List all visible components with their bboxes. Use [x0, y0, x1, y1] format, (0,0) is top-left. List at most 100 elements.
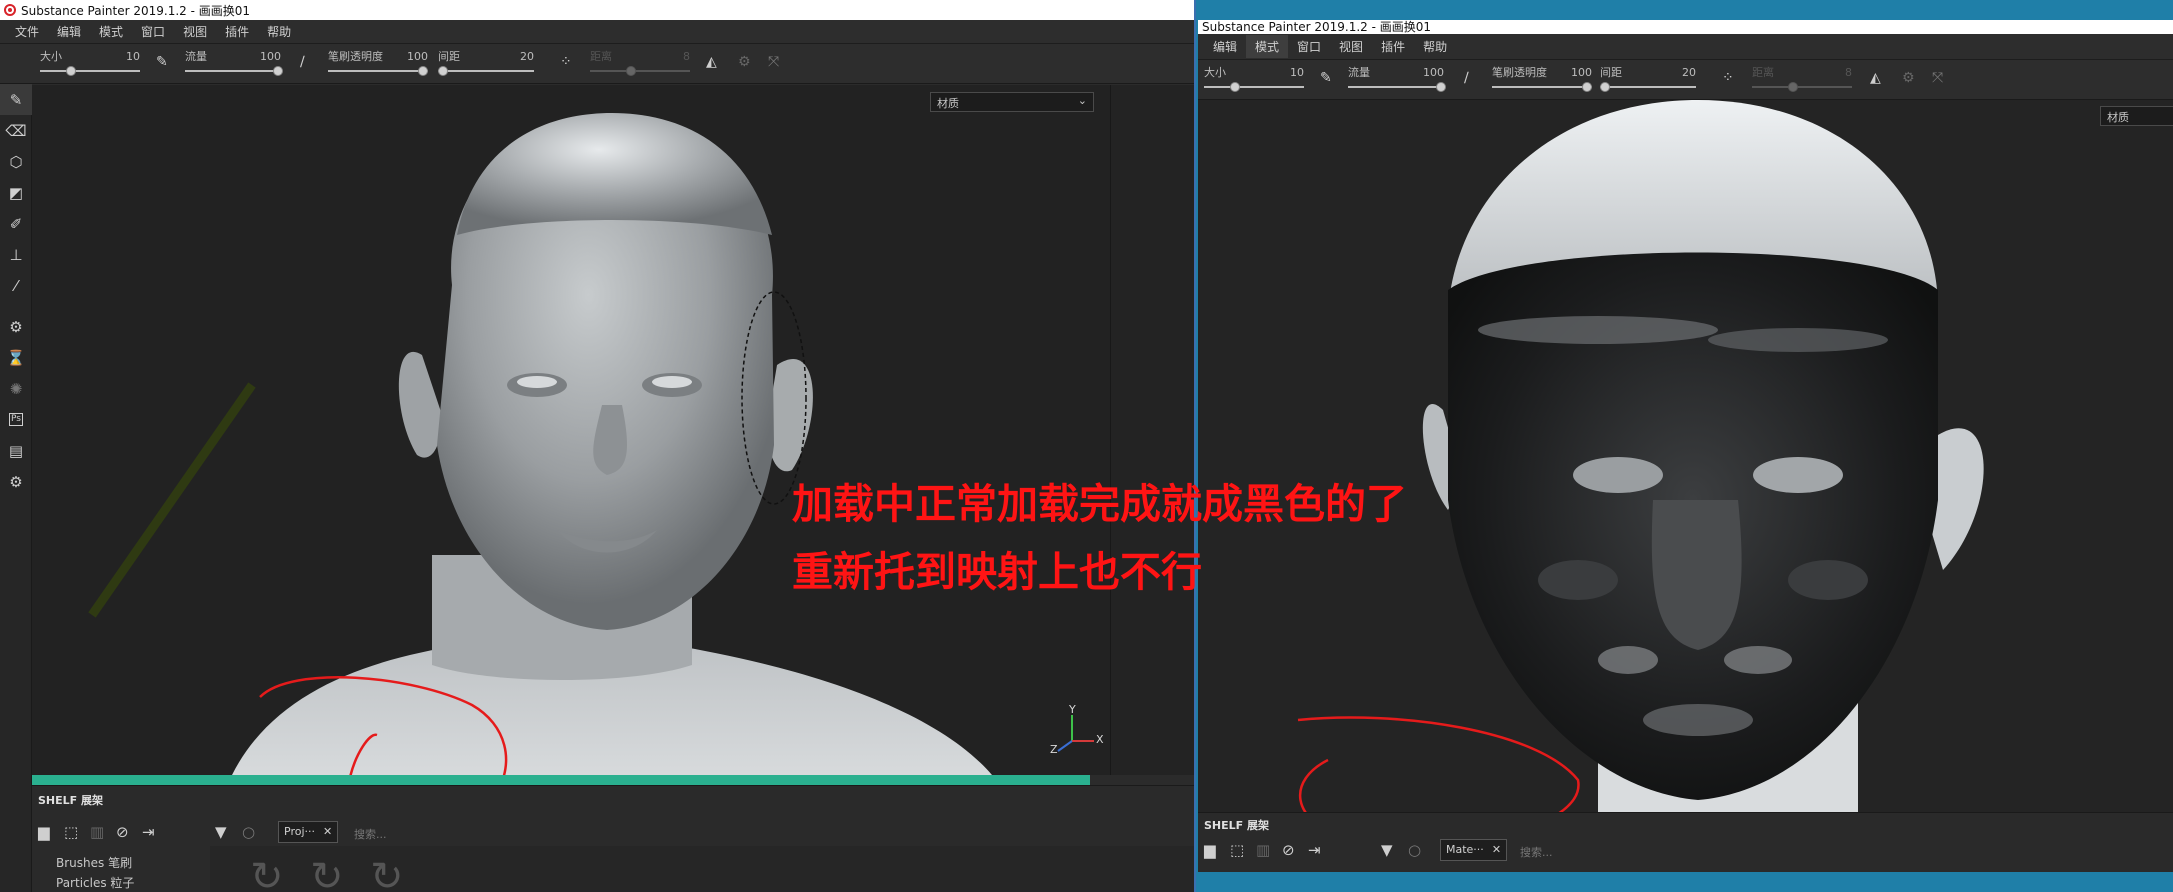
pen-pressure-icon[interactable]: ∕	[1464, 70, 1469, 86]
shelf-search-input[interactable]: 搜索...	[1520, 844, 1553, 860]
shelf-filter-tab[interactable]: Proj··· ✕	[278, 821, 339, 843]
shelf-title: SHELF 展架	[38, 794, 103, 807]
brush-icon[interactable]: ✎	[0, 84, 32, 115]
photoshop-export-icon[interactable]: Ps	[0, 404, 32, 435]
shelf-category-list: Brushes 笔刷 Particles 粒子	[56, 853, 134, 892]
symmetry-icon[interactable]: ◭	[1870, 70, 1881, 86]
eraser-icon[interactable]: ⌫	[0, 115, 32, 146]
flow-slider[interactable]: 流量 100	[1348, 64, 1446, 96]
shelf-thumbnails: ↻ ↻ ↻	[210, 846, 1194, 892]
new-resource-icon[interactable]: ⬚	[64, 823, 78, 841]
menu-edit[interactable]: 编辑	[48, 20, 90, 43]
menu-bar: 编辑 模式 窗口 视图 插件 帮助	[1198, 34, 2173, 60]
bake-settings-icon[interactable]: ⚙	[0, 311, 32, 342]
iray-icon[interactable]: ✺	[0, 373, 32, 404]
right-app-window: Substance Painter 2019.1.2 - 画画换01 编辑 模式…	[1198, 20, 2173, 872]
spacing-slider[interactable]: 间距 20	[438, 48, 534, 80]
pen-pressure-icon[interactable]: ∕	[300, 54, 305, 70]
import-icon[interactable]: ⇥	[142, 823, 155, 841]
axis-z-label: Z	[1050, 743, 1058, 756]
window-title: Substance Painter 2019.1.2 - 画画换01	[21, 3, 251, 18]
shelf-item-brushes[interactable]: Brushes 笔刷	[56, 853, 134, 873]
shelf-panel: SHELF 展架 ▆ ⬚ ▥ ⊘ ⇥ ▼ ○ Mate··· ✕ 搜索...	[1198, 812, 2173, 872]
loading-thumbnail-icon: ↻	[310, 854, 344, 892]
2d-viewport-strip[interactable]	[1110, 85, 1194, 775]
symmetry-settings-icon[interactable]: ⚙	[1902, 70, 1915, 86]
polygon-fill-icon[interactable]: ◩	[0, 177, 32, 208]
shelf-item-particles[interactable]: Particles 粒子	[56, 873, 134, 892]
axis-x-label: X	[1096, 733, 1104, 746]
size-slider[interactable]: 大小 10	[40, 48, 140, 80]
hourglass-icon[interactable]: ⌛	[0, 342, 32, 373]
projection-icon[interactable]: ⬡	[0, 146, 32, 177]
document-icon[interactable]: ▤	[0, 435, 32, 466]
symmetry-settings-icon[interactable]: ⚙	[738, 54, 751, 70]
tool-sidebar: ✎ ⌫ ⬡ ◩ ✐ ⊥ ⁄ ⚙ ⌛ ✺ Ps ▤ ⚙	[0, 84, 32, 892]
window-title: Substance Painter 2019.1.2 - 画画换01	[1202, 20, 1432, 34]
menu-edit[interactable]: 编辑	[1204, 35, 1246, 58]
menu-help[interactable]: 帮助	[1414, 35, 1456, 58]
hide-icon[interactable]: ⊘	[1282, 841, 1295, 859]
filter-icon[interactable]: ▼	[215, 823, 227, 841]
menu-window[interactable]: 窗口	[132, 20, 174, 43]
brush-stroke-icon[interactable]: ✎	[156, 54, 168, 70]
refresh-icon[interactable]: ○	[242, 823, 255, 841]
left-app-window: Substance Painter 2019.1.2 - 画画换01 文件 编辑…	[0, 0, 1196, 892]
menu-help[interactable]: 帮助	[258, 20, 300, 43]
loading-thumbnail-icon: ↻	[250, 854, 284, 892]
save-icon[interactable]: ▥	[1256, 841, 1270, 859]
distance-slider[interactable]: 距离 8	[1752, 64, 1852, 96]
tool-properties-bar: 大小 10 ✎ 流量 100 ∕ 笔刷透明度 100 间距 20 ⁘ 距离 8 …	[0, 44, 1194, 84]
title-bar: Substance Painter 2019.1.2 - 画画换01	[0, 0, 1194, 20]
new-resource-icon[interactable]: ⬚	[1230, 841, 1244, 859]
menu-plugins[interactable]: 插件	[1372, 35, 1414, 58]
hide-icon[interactable]: ⊘	[116, 823, 129, 841]
smudge-icon[interactable]: ✐	[0, 208, 32, 239]
menu-mode[interactable]: 模式	[90, 20, 132, 43]
refresh-icon[interactable]: ○	[1408, 841, 1421, 859]
symmetry-icon[interactable]: ◭	[706, 54, 717, 70]
substance-logo-icon	[4, 4, 16, 16]
mirror-axis-icon[interactable]: ⤧	[1932, 70, 1943, 86]
flow-slider[interactable]: 流量 100	[185, 48, 283, 80]
folder-icon[interactable]: ▆	[1204, 841, 1216, 859]
shelf-title: SHELF 展架	[1204, 819, 1269, 832]
shelf-filter-tab[interactable]: Mate··· ✕	[1440, 839, 1508, 861]
color-picker-icon[interactable]: ⁄	[0, 270, 32, 301]
lazy-mouse-icon[interactable]: ⁘	[560, 54, 572, 70]
filter-icon[interactable]: ▼	[1381, 841, 1393, 859]
import-icon[interactable]: ⇥	[1308, 841, 1321, 859]
menu-file[interactable]: 文件	[6, 20, 48, 43]
material-mode-dropdown[interactable]: 材质 ⌄	[930, 92, 1094, 112]
annotation-line-1: 加载中正常加载完成就成黑色的了	[792, 480, 1407, 528]
material-mode-dropdown[interactable]: 材质	[2100, 106, 2173, 126]
plugin-gear-icon[interactable]: ⚙	[0, 466, 32, 497]
menu-mode[interactable]: 模式	[1246, 35, 1289, 58]
3d-viewport[interactable]: 材质	[1198, 100, 2173, 812]
brush-stroke-icon[interactable]: ✎	[1320, 70, 1332, 86]
3d-viewport[interactable]: Y X Z 材质 ⌄	[32, 85, 1110, 775]
loading-thumbnail-icon: ↻	[370, 854, 404, 892]
folder-icon[interactable]: ▆	[38, 823, 50, 841]
spacing-slider[interactable]: 间距 20	[1600, 64, 1696, 96]
save-icon[interactable]: ▥	[90, 823, 104, 841]
opacity-slider[interactable]: 笔刷透明度 100	[328, 48, 428, 80]
menu-view[interactable]: 视图	[174, 20, 216, 43]
clone-stamp-icon[interactable]: ⊥	[0, 239, 32, 270]
opacity-slider[interactable]: 笔刷透明度 100	[1492, 64, 1592, 96]
lazy-mouse-icon[interactable]: ⁘	[1722, 70, 1734, 86]
shelf-search-input[interactable]: 搜索...	[354, 826, 387, 842]
size-slider[interactable]: 大小 10	[1204, 64, 1304, 96]
menu-window[interactable]: 窗口	[1288, 35, 1330, 58]
mirror-axis-icon[interactable]: ⤧	[768, 54, 779, 70]
menu-plugins[interactable]: 插件	[216, 20, 258, 43]
menu-view[interactable]: 视图	[1330, 35, 1372, 58]
chevron-down-icon: ⌄	[1077, 94, 1087, 107]
close-icon[interactable]: ✕	[1492, 843, 1501, 856]
tool-properties-bar: 大小 10 ✎ 流量 100 ∕ 笔刷透明度 100 间距 20 ⁘ 距离 8 …	[1198, 60, 2173, 100]
head-model-render	[88, 113, 1094, 775]
close-icon[interactable]: ✕	[323, 825, 332, 838]
axis-y-label: Y	[1069, 703, 1076, 716]
distance-slider[interactable]: 距离 8	[590, 48, 690, 80]
black-head-model-render	[1297, 100, 1984, 812]
